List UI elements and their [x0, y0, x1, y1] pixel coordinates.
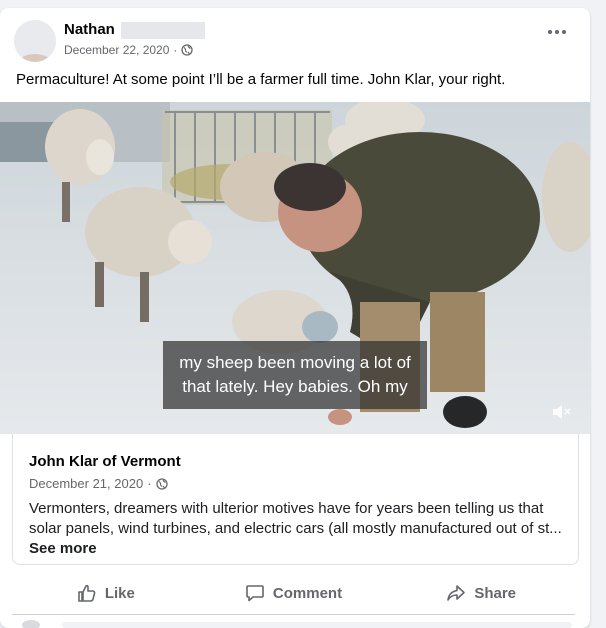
link-timestamp-row: December 21, 2020 · — [29, 476, 168, 491]
like-button[interactable]: Like — [12, 572, 200, 614]
link-title[interactable]: John Klar of Vermont — [29, 453, 181, 470]
share-arrow-icon — [447, 585, 466, 601]
see-more-link[interactable]: See more — [29, 540, 97, 557]
redacted-name-block — [121, 22, 205, 39]
post-action-bar: Like Comment Share — [12, 572, 575, 615]
video-caption: my sheep been moving a lot of that latel… — [163, 341, 427, 409]
comment-icon — [246, 585, 264, 602]
post-timestamp-row: December 22, 2020 · — [64, 43, 194, 57]
comment-input-partial[interactable] — [62, 622, 572, 628]
speaker-muted-icon[interactable] — [552, 404, 572, 420]
post-card: Nathan December 22, 2020 · Permaculture!… — [0, 8, 590, 628]
more-options-icon[interactable] — [548, 30, 566, 34]
comment-avatar-partial — [22, 620, 40, 628]
globe-icon — [181, 44, 194, 56]
link-date[interactable]: December 21, 2020 — [29, 476, 143, 491]
like-label: Like — [104, 584, 135, 602]
date-separator: · — [147, 476, 152, 491]
avatar-image — [14, 20, 56, 62]
post-text: Permaculture! At some point I’ll be a fa… — [16, 71, 506, 88]
share-button[interactable]: Share — [387, 572, 575, 614]
globe-icon — [155, 477, 168, 490]
link-description-text: Vermonters, dreamers with ulterior motiv… — [29, 500, 562, 537]
shared-link-preview[interactable]: John Klar of Vermont December 21, 2020 ·… — [12, 434, 579, 565]
comment-label: Comment — [272, 584, 343, 602]
video-player[interactable]: my sheep been moving a lot of that latel… — [0, 102, 590, 434]
post-date[interactable]: December 22, 2020 — [64, 43, 169, 57]
date-separator: · — [173, 43, 178, 57]
caption-line-1: my sheep been moving a lot of — [179, 353, 411, 372]
caption-line-2: that lately. Hey babies. Oh my — [182, 377, 408, 396]
avatar[interactable] — [14, 20, 56, 62]
thumbs-up-icon — [78, 584, 96, 602]
post-author-name[interactable]: Nathan — [64, 21, 115, 38]
comment-button[interactable]: Comment — [200, 572, 388, 614]
share-label: Share — [474, 584, 517, 602]
link-description: Vermonters, dreamers with ulterior motiv… — [29, 499, 569, 559]
